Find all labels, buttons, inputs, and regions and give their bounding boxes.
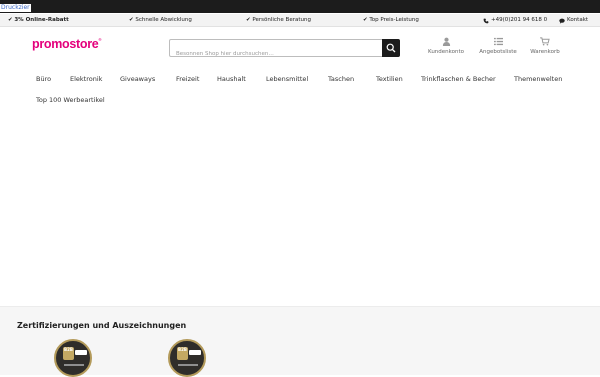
nav-item-freizeit[interactable]: Freizeit bbox=[176, 75, 199, 83]
breadcrumb-link[interactable]: Druckzier bbox=[0, 4, 31, 12]
certification-seal[interactable]: B2B bbox=[54, 339, 92, 377]
nav-item-haushalt[interactable]: Haushalt bbox=[217, 75, 246, 83]
search-icon bbox=[386, 43, 396, 53]
nav-item-buero[interactable]: Büro bbox=[36, 75, 51, 83]
top-bar: Druckzier bbox=[0, 0, 600, 13]
quote-list-button[interactable]: Angebotsliste bbox=[476, 37, 520, 55]
nav-item-themenwelten[interactable]: Themenwelten bbox=[514, 75, 562, 83]
search-button[interactable] bbox=[382, 39, 400, 57]
phone-link[interactable]: +49(0)201 94 618 0 bbox=[483, 14, 547, 27]
cart-icon bbox=[540, 37, 550, 46]
phone-icon bbox=[483, 18, 489, 23]
certifications-title: Zertifizierungen und Auszeichnungen bbox=[17, 321, 187, 330]
usp-bar: ✔ 3% Online-Rabatt ✔ Schnelle Abwicklung… bbox=[0, 14, 600, 27]
nav-item-elektronik[interactable]: Elektronik bbox=[70, 75, 102, 83]
usp-item-fast: ✔ Schnelle Abwicklung bbox=[129, 17, 192, 23]
list-icon bbox=[493, 37, 503, 46]
usp-item-consulting: ✔ Persönliche Beratung bbox=[246, 17, 311, 23]
nav-item-giveaways[interactable]: Giveaways bbox=[120, 75, 155, 83]
account-button[interactable]: Kundenkonto bbox=[424, 37, 468, 55]
chat-icon bbox=[559, 18, 565, 24]
nav-item-trinkflaschen[interactable]: Trinkflaschen & Becher bbox=[421, 75, 496, 83]
logo[interactable]: promostore® bbox=[32, 37, 101, 51]
certifications-section: Zertifizierungen und Auszeichnungen B2B … bbox=[0, 306, 600, 377]
header: promostore® Kundenkonto Angebotsliste Wa… bbox=[0, 28, 600, 70]
nav-item-textilien[interactable]: Textilien bbox=[376, 75, 403, 83]
cart-button[interactable]: Warenkorb bbox=[523, 37, 567, 55]
search-input[interactable] bbox=[170, 46, 380, 62]
contact-link[interactable]: Kontakt bbox=[559, 14, 588, 27]
nav-item-top100[interactable]: Top 100 Werbeartikel bbox=[36, 96, 105, 104]
nav-item-taschen[interactable]: Taschen bbox=[328, 75, 354, 83]
nav-item-lebensmittel[interactable]: Lebensmittel bbox=[266, 75, 308, 83]
usp-item-discount: ✔ 3% Online-Rabatt bbox=[8, 17, 69, 23]
search-box bbox=[169, 39, 400, 62]
user-icon bbox=[442, 37, 450, 46]
certification-seal[interactable]: B2B bbox=[168, 339, 206, 377]
usp-item-price: ✔ Top Preis-Leistung bbox=[363, 17, 419, 23]
